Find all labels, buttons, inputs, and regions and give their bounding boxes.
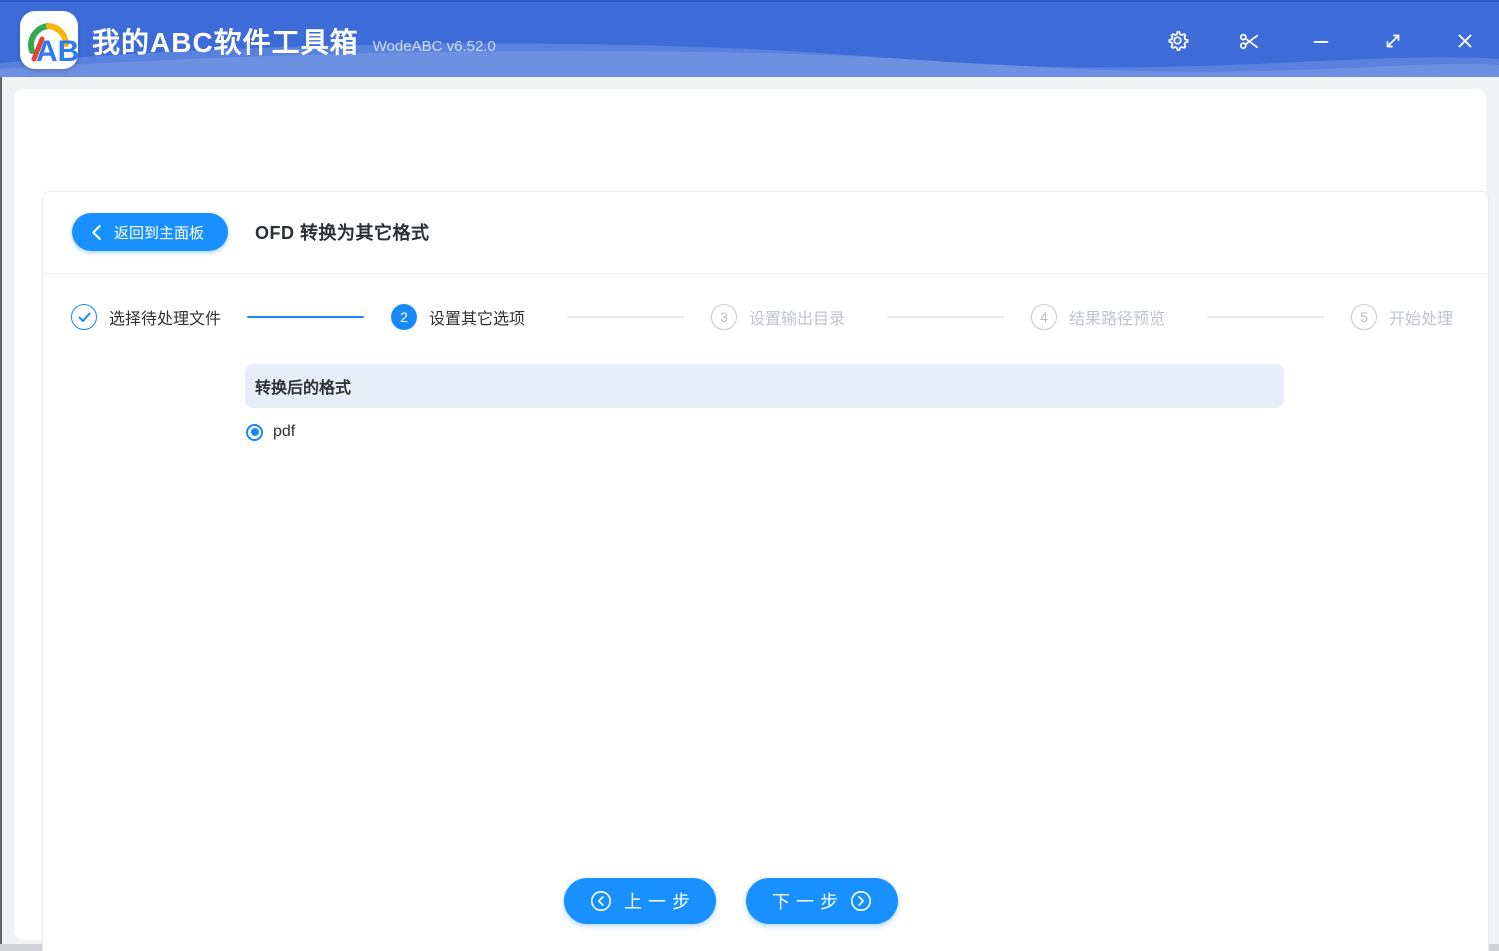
step-2-circle: 2 [391,304,417,330]
minimize-button[interactable] [1309,29,1333,53]
step-5-number: 5 [1360,309,1368,325]
format-option-label: pdf [273,423,296,440]
step-3-label: 设置输出目录 [749,311,846,328]
window-left-edge [0,77,2,951]
wizard-card: 返回到主面板 OFD 转换为其它格式 选择待处理文件 2 设置其它选项 3 设置… [42,191,1489,951]
radio-selected-icon[interactable] [246,423,263,441]
close-button[interactable] [1453,29,1477,53]
next-step-label: 下一步 [772,892,844,912]
header-divider [43,273,1488,274]
step-2-label: 设置其它选项 [429,311,526,328]
check-icon [78,312,90,322]
step-3-number: 3 [720,309,728,325]
close-icon [1458,34,1472,47]
step-3-circle: 3 [711,304,737,330]
step-4-circle: 4 [1031,304,1057,330]
step-1-label: 选择待处理文件 [109,311,222,328]
scissors-icon [1239,33,1258,50]
step-5-circle: 5 [1351,304,1377,330]
page-title: OFD 转换为其它格式 [255,223,430,243]
step-5-label: 开始处理 [1389,311,1454,328]
back-button-label: 返回到主面板 [114,224,205,242]
circle-chevron-right-icon [851,891,871,911]
next-step-button[interactable]: 下一步 [746,878,898,924]
content-panel: 返回到主面板 OFD 转换为其它格式 选择待处理文件 2 设置其它选项 3 设置… [14,89,1489,951]
step-connector-3 [887,316,1004,318]
settings-button[interactable] [1165,29,1189,53]
snip-button[interactable] [1237,29,1261,53]
step-2-number: 2 [400,309,408,325]
app-logo: AB [20,11,79,69]
circle-chevron-left-icon [591,891,611,911]
step-4-number: 4 [1040,309,1048,325]
app-title: 我的ABC软件工具箱 [92,26,359,58]
gear-icon [1167,31,1188,51]
format-option-pdf[interactable]: pdf [246,423,295,441]
title-bar: AB 我的ABC软件工具箱 WodeABC v6.52.0 [0,0,1499,77]
maximize-button[interactable] [1381,29,1405,53]
app-version: WodeABC v6.52.0 [372,38,496,55]
previous-step-button[interactable]: 上一步 [564,878,716,924]
chevron-left-icon [92,224,101,240]
svg-text:AB: AB [36,35,78,68]
step-connector-2 [567,316,684,318]
output-format-section-header: 转换后的格式 [245,364,1284,408]
step-1-circle [71,304,97,330]
step-connector-1 [247,316,364,318]
previous-step-label: 上一步 [624,892,696,912]
wizard-nav-buttons: 上一步 下一步 [564,878,898,924]
back-to-dashboard-button[interactable]: 返回到主面板 [72,213,229,251]
minimize-icon [1313,40,1329,43]
step-4-label: 结果路径预览 [1069,311,1166,328]
step-connector-4 [1207,316,1324,318]
maximize-icon [1386,34,1400,47]
